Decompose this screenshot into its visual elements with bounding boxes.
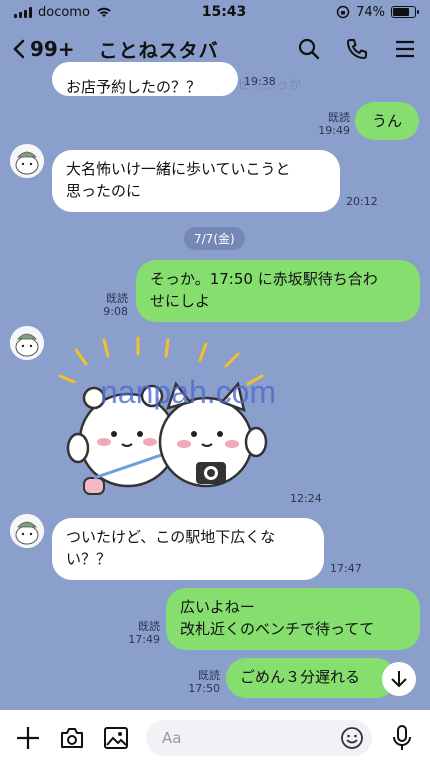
image-icon [104, 726, 128, 749]
status-right: 74% [336, 4, 419, 20]
status-left: docomo [14, 5, 112, 20]
status-bar: docomo 15:43 74% [0, 0, 430, 24]
chat-header: 99+ ことねスタバ [0, 24, 430, 74]
microphone-icon [393, 724, 411, 750]
add-button[interactable] [14, 724, 42, 752]
battery-icon [390, 6, 419, 18]
message-bubble-outgoing[interactable]: うん [355, 102, 419, 140]
avatar-character-icon [10, 326, 44, 360]
message-bubble-outgoing[interactable]: 広いよねー 改札近くのベンチで待ってて [166, 588, 420, 650]
voice-button[interactable] [388, 724, 416, 752]
chat-title: ことねスタバ [98, 39, 219, 62]
avatar[interactable] [10, 144, 44, 178]
chat-area[interactable]: 16:08 で待ち合わせ……っか お店予約したの？？ 19:38 既読 19:4… [0, 62, 430, 710]
message-time: 19:49 [318, 124, 350, 137]
message-time: 19:38 [244, 75, 276, 88]
menu-button[interactable] [392, 36, 418, 62]
emoji-icon[interactable] [340, 726, 364, 750]
camera-button[interactable] [58, 724, 86, 752]
read-receipt: 既読 [198, 669, 220, 682]
wifi-icon [97, 7, 111, 17]
message-time: 12:24 [290, 492, 322, 505]
message-input-bar: Aa [0, 710, 430, 765]
avatar[interactable] [10, 514, 44, 548]
search-icon [298, 38, 320, 60]
avatar-character-icon [10, 144, 44, 178]
message-input-placeholder: Aa [162, 728, 182, 747]
hamburger-menu-icon [396, 40, 414, 58]
signal-icon [14, 6, 32, 18]
read-receipt: 既読 [138, 620, 160, 633]
sticker-image[interactable] [56, 330, 286, 510]
message-time: 9:08 [103, 305, 128, 318]
message-time: 17:50 [188, 682, 220, 695]
call-button[interactable] [344, 36, 370, 62]
avatar-character-icon [10, 514, 44, 548]
battery-percent: 74% [356, 4, 385, 20]
message-input[interactable]: Aa [146, 719, 372, 756]
arrow-down-icon [391, 671, 407, 688]
carrier-label: docomo [38, 4, 90, 20]
message-bubble-outgoing[interactable]: そっか。17:50 に赤坂駅待ち合わ せにしよ [136, 260, 420, 322]
read-receipt: 既読 [328, 111, 350, 124]
back-button[interactable]: 99+ [12, 37, 75, 61]
orientation-lock-icon [336, 5, 350, 19]
battery-fill [392, 8, 409, 16]
message-bubble-incoming[interactable]: ついたけど、この駅地下広くな い？？ [52, 518, 324, 580]
message-time: 20:12 [346, 195, 378, 208]
date-separator: 7/7(金) [184, 227, 245, 250]
message-bubble-incoming[interactable]: 大名怖いけ一緒に歩いていこうと 思ったのに [52, 150, 340, 212]
photo-button[interactable] [102, 724, 130, 752]
message-time: 17:49 [128, 633, 160, 646]
status-time: 15:43 [201, 4, 247, 20]
header-actions [296, 36, 418, 62]
unread-count: 99+ [30, 37, 75, 61]
message-time: 17:47 [330, 562, 362, 575]
avatar[interactable] [10, 326, 44, 360]
plus-icon [17, 726, 39, 749]
chevron-left-icon [13, 39, 25, 59]
watermark-text: nanpah.com [100, 374, 277, 410]
scroll-to-bottom-button[interactable] [382, 662, 416, 696]
phone-icon [347, 39, 367, 59]
camera-icon [61, 727, 83, 748]
search-button[interactable] [296, 36, 322, 62]
message-bubble-outgoing[interactable]: ごめん３分遅れる [226, 658, 396, 698]
read-receipt: 既読 [106, 292, 128, 305]
